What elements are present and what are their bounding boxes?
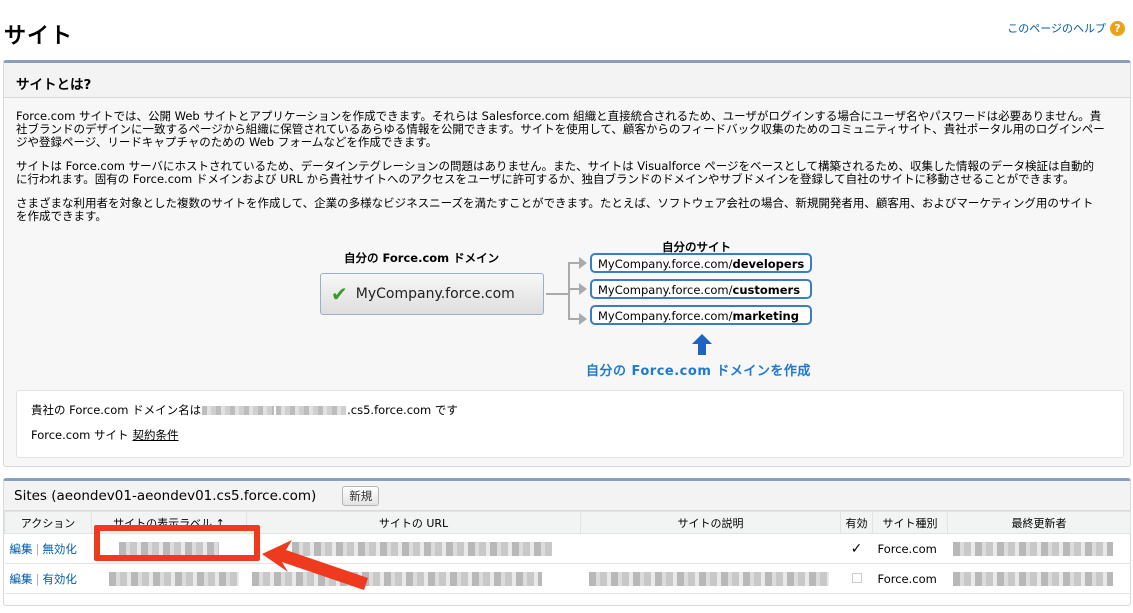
arrow-right-icon <box>579 257 587 269</box>
site-box-developers: MyCompany.force.com/developers <box>590 253 812 273</box>
intro-paragraph-2: サイトは Force.com サーバにホストされているため、データインテグレーシ… <box>16 159 1095 186</box>
about-sites-header: サイトとは? <box>4 63 1130 98</box>
arrow-up-icon <box>692 334 712 355</box>
site-box-path: customers <box>732 283 801 297</box>
help-link[interactable]: このページのヘルプ ? <box>1007 20 1125 36</box>
about-sites-panel: サイトとは? Force.com サイトでは、公開 Web サイトとアプリケーシ… <box>3 60 1131 467</box>
sites-diagram: 自分の Force.com ドメイン 自分のサイト ✔ MyCompany.fo… <box>314 238 854 379</box>
arrow-right-icon <box>579 283 587 295</box>
highlight-annotation-box <box>94 525 260 561</box>
redacted-site-label[interactable] <box>108 571 239 586</box>
column-header-description[interactable]: サイトの説明 <box>580 511 841 534</box>
terms-prefix: Force.com サイト <box>31 428 129 442</box>
table-row: 編集 | 有効化 Force.com <box>4 563 1131 594</box>
domain-name-suffix: .cs5.force.com です <box>347 403 458 417</box>
site-box-prefix: MyCompany.force.com/ <box>598 283 733 297</box>
edit-link[interactable]: 編集 <box>10 542 33 556</box>
site-box-prefix: MyCompany.force.com/ <box>598 309 733 323</box>
help-icon[interactable]: ? <box>1110 20 1125 36</box>
connector-line <box>546 293 568 295</box>
redacted-domain <box>276 405 347 415</box>
terms-link[interactable]: 契約条件 <box>133 427 179 443</box>
intro-paragraph-1: Force.com サイトでは、公開 Web サイトとアプリケーションを作成でき… <box>16 109 1105 149</box>
active-cell: ✓ <box>840 533 873 564</box>
modified-by-cell <box>947 533 1131 564</box>
site-box-customers: MyCompany.force.com/customers <box>590 279 812 299</box>
inactive-checkbox-icon <box>851 572 862 583</box>
site-box-marketing: MyCompany.force.com/marketing <box>590 305 812 325</box>
site-box-path: developers <box>732 257 805 271</box>
sites-list-title: Sites (aeondev01-aeondev01.cs5.force.com… <box>14 487 317 504</box>
domain-box: ✔ MyCompany.force.com <box>320 273 544 315</box>
action-cell: 編集 | 無効化 <box>4 533 92 564</box>
column-header-active[interactable]: 有効 <box>840 511 873 534</box>
site-description-cell <box>580 563 841 594</box>
domain-name-line: 貴社の Force.com ドメイン名は .cs5.force.com です <box>31 403 1109 417</box>
modified-by-cell <box>947 563 1131 594</box>
help-link-label: このページのヘルプ <box>1007 22 1106 35</box>
domain-info-box: 貴社の Force.com ドメイン名は .cs5.force.com です F… <box>16 390 1124 458</box>
site-type-cell: Force.com <box>872 563 948 594</box>
sites-list-header: Sites (aeondev01-aeondev01.cs5.force.com… <box>4 481 1130 511</box>
about-sites-body: Force.com サイトでは、公開 Web サイトとアプリケーションを作成でき… <box>4 98 1130 223</box>
redacted-modified-by <box>952 571 1113 586</box>
intro-paragraph-3: さまざまな利用者を対象とした複数のサイトを作成して、企業の多様なビジネスニーズを… <box>16 196 1094 223</box>
active-cell <box>840 563 873 594</box>
site-type-cell: Force.com <box>872 533 948 564</box>
site-label-cell <box>91 563 247 594</box>
site-box-prefix: MyCompany.force.com/ <box>598 257 733 271</box>
page-title: サイト <box>4 24 74 49</box>
arrow-right-icon <box>579 313 587 325</box>
column-header-url[interactable]: サイトの URL <box>246 511 581 534</box>
domain-box-label: MyCompany.force.com <box>355 286 515 302</box>
terms-line: Force.com サイト 契約条件 <box>31 428 1109 442</box>
redacted-site-description <box>588 571 829 586</box>
activate-link[interactable]: 有効化 <box>42 572 77 586</box>
domain-diagram-label: 自分の Force.com ドメイン <box>344 251 500 265</box>
checkmark-icon: ✔ <box>331 282 348 306</box>
annotation-arrow-icon <box>262 540 368 590</box>
action-cell: 編集 | 有効化 <box>4 563 92 594</box>
site-box-path: marketing <box>732 309 799 323</box>
column-header-action: アクション <box>4 511 92 534</box>
active-check-icon: ✓ <box>850 540 863 557</box>
edit-link[interactable]: 編集 <box>10 572 33 586</box>
redacted-domain <box>202 405 275 415</box>
new-site-button[interactable]: 新規 <box>342 485 380 506</box>
create-domain-link[interactable]: 自分の Force.com ドメインを作成 <box>586 360 811 379</box>
redacted-modified-by <box>952 541 1113 556</box>
column-header-modified-by[interactable]: 最終更新者 <box>947 511 1131 534</box>
deactivate-link[interactable]: 無効化 <box>42 542 77 556</box>
site-description-cell <box>580 533 841 564</box>
domain-name-prefix: 貴社の Force.com ドメイン名は <box>31 403 202 417</box>
connector-line <box>568 262 570 320</box>
column-header-type[interactable]: サイト種別 <box>872 511 948 534</box>
